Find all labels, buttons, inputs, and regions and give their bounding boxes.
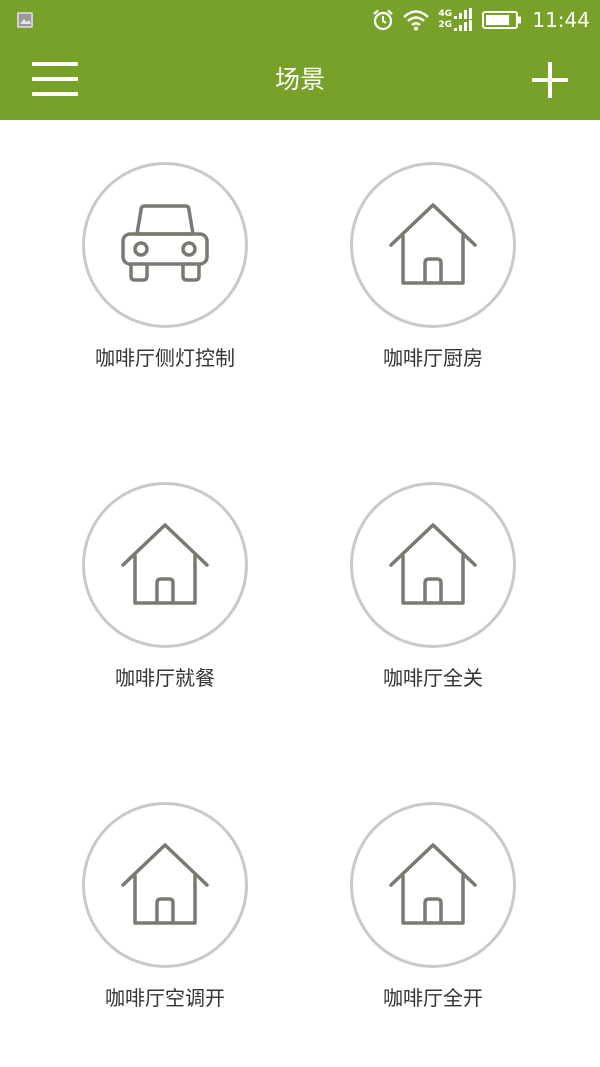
page-title: 场景 (274, 65, 325, 94)
house-icon (389, 203, 477, 285)
battery-icon (482, 11, 522, 29)
status-bar: 4G 2G 11:44 (0, 0, 600, 40)
network-type-bottom: 2G (438, 20, 453, 30)
scene-label: 咖啡厅全开 (383, 986, 483, 1010)
house-icon (121, 843, 209, 925)
clock: 11:44 (532, 8, 590, 32)
image-notification-icon (17, 12, 33, 28)
scene-label: 咖啡厅侧灯控制 (95, 346, 235, 370)
alarm-icon (373, 9, 394, 31)
network-type-top: 4G (438, 9, 453, 19)
scene-icon-circle (82, 162, 248, 328)
scene-item[interactable]: 咖啡厅全关 (299, 440, 567, 700)
scene-label: 咖啡厅空调开 (105, 986, 225, 1010)
scene-icon-circle (82, 482, 248, 648)
plus-icon[interactable] (532, 62, 568, 98)
scene-icon-circle (350, 482, 516, 648)
scene-icon-circle (350, 802, 516, 968)
scene-label: 咖啡厅就餐 (115, 666, 215, 690)
scene-label: 咖啡厅厨房 (383, 346, 483, 370)
scene-item[interactable]: 咖啡厅厨房 (299, 120, 567, 380)
car-icon (121, 204, 209, 282)
app-bar: 场景 (0, 40, 600, 120)
scene-icon-circle (350, 162, 516, 328)
wifi-icon (403, 10, 430, 31)
scene-icon-circle (82, 802, 248, 968)
scene-item[interactable]: 咖啡厅就餐 (31, 440, 299, 700)
hamburger-menu-icon[interactable] (32, 60, 78, 98)
house-icon (389, 843, 477, 925)
house-icon (121, 523, 209, 605)
house-icon (389, 523, 477, 605)
scene-item[interactable]: 咖啡厅全开 (299, 760, 567, 1020)
signal-icon: 4G 2G (438, 8, 474, 32)
scene-label: 咖啡厅全关 (383, 666, 483, 690)
scene-item[interactable]: 咖啡厅空调开 (31, 760, 299, 1020)
scene-item[interactable]: 咖啡厅侧灯控制 (31, 120, 299, 380)
